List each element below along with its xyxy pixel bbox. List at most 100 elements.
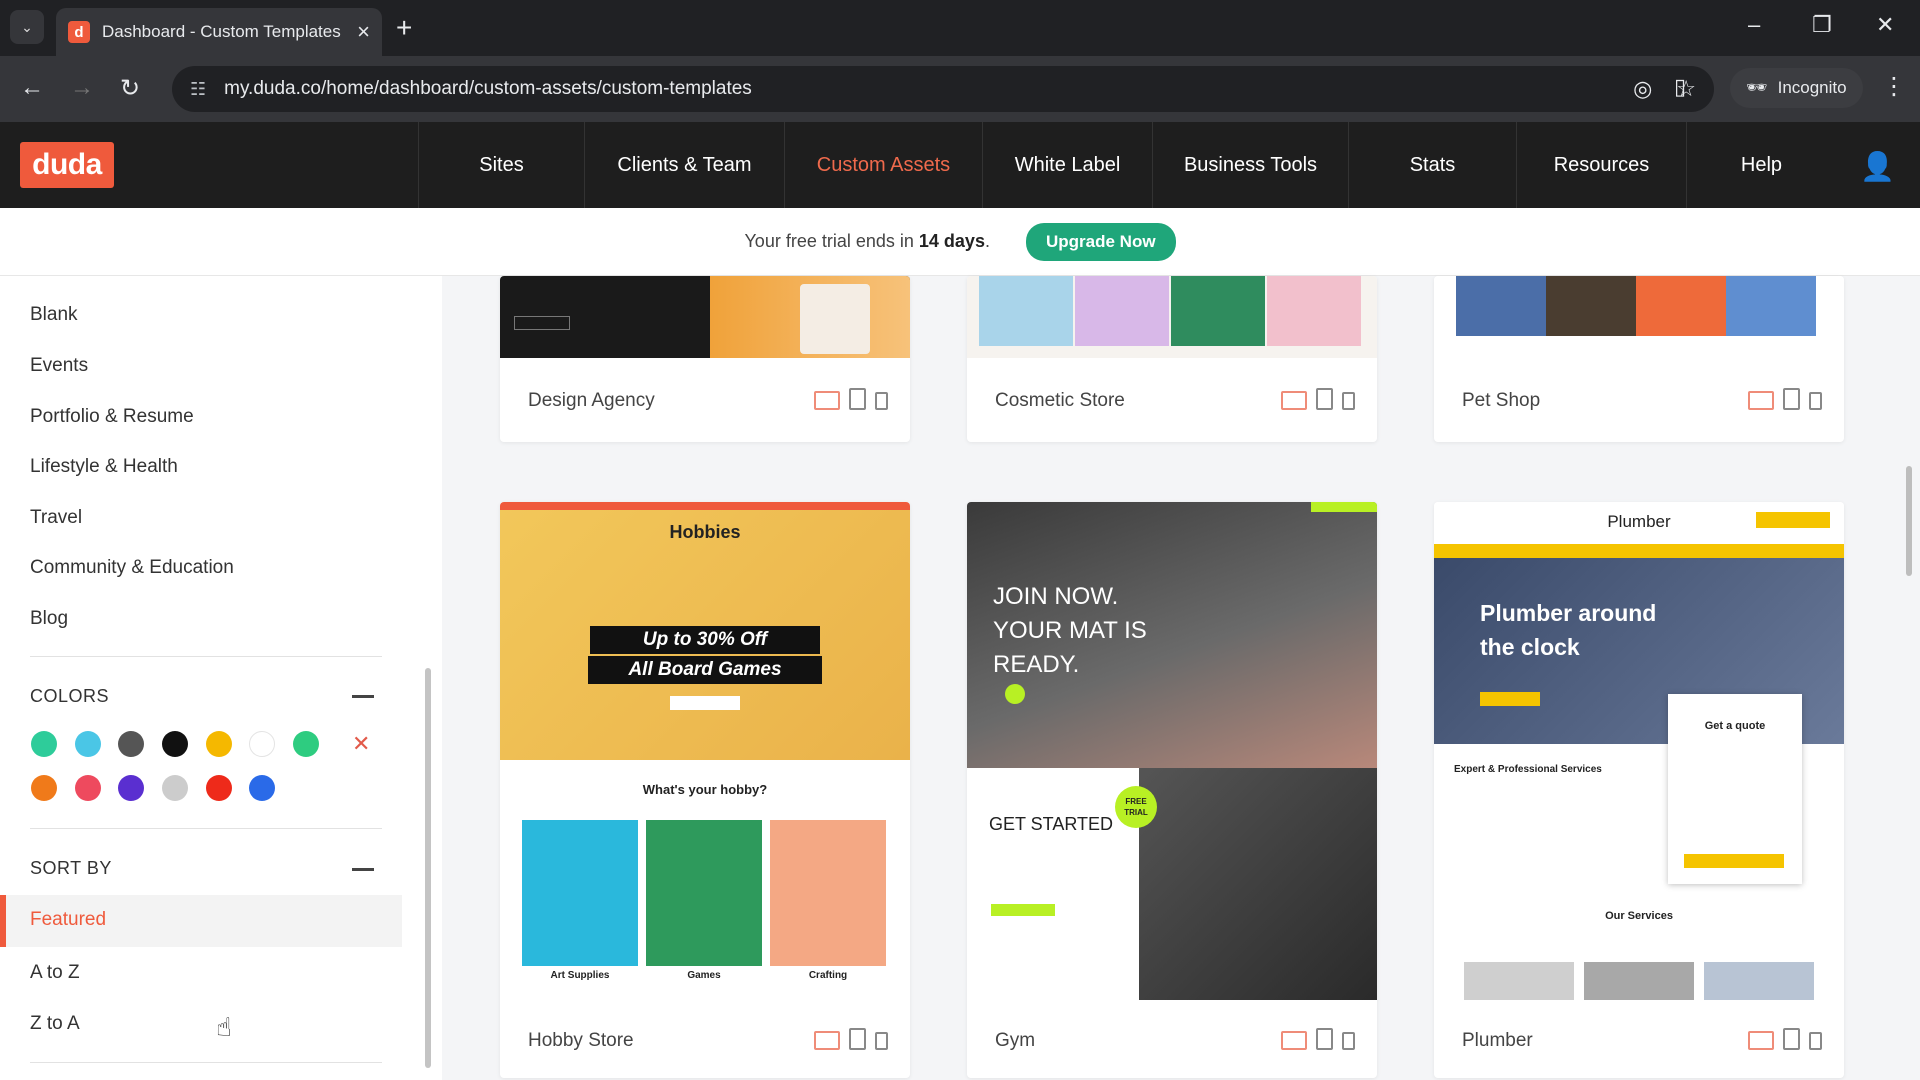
category-blank[interactable]: Blank bbox=[30, 304, 78, 326]
side-panel-icon[interactable]: ▯ bbox=[1674, 74, 1686, 100]
device-previews bbox=[1748, 1028, 1822, 1050]
restore-icon[interactable]: ❐ bbox=[1812, 12, 1832, 38]
tab-search-dropdown-icon[interactable]: ⌄ bbox=[10, 10, 44, 44]
mobile-preview-icon[interactable] bbox=[875, 1032, 888, 1050]
color-swatch-white[interactable] bbox=[249, 731, 275, 757]
color-swatch-light-gray[interactable] bbox=[162, 775, 188, 801]
template-name: Gym bbox=[995, 1030, 1036, 1051]
mobile-preview-icon[interactable] bbox=[1342, 392, 1355, 410]
color-swatch-green[interactable] bbox=[293, 731, 319, 757]
color-swatch-yellow[interactable] bbox=[206, 731, 232, 757]
duda-logo[interactable]: duda bbox=[20, 142, 114, 188]
nav-stats[interactable]: Stats bbox=[1348, 122, 1516, 208]
sidebar-scrollbar[interactable] bbox=[425, 668, 431, 1068]
reload-icon[interactable]: ↻ bbox=[120, 74, 140, 103]
template-name: Plumber bbox=[1462, 1030, 1533, 1051]
site-settings-icon[interactable]: ☷ bbox=[190, 79, 206, 100]
filter-sidebar: Blank Events Portfolio & Resume Lifestyl… bbox=[0, 276, 442, 1080]
template-card-plumber[interactable]: Plumber Plumber around the clock Get a q… bbox=[1434, 502, 1844, 1078]
template-card-gym[interactable]: JOIN NOW. YOUR MAT IS READY. GET STARTED… bbox=[967, 502, 1377, 1078]
main-nav: Sites Clients & Team Custom Assets White… bbox=[418, 122, 1836, 208]
forward-icon[interactable]: → bbox=[70, 74, 94, 102]
sort-z-to-a[interactable]: Z to A bbox=[30, 1013, 80, 1035]
template-thumbnail bbox=[500, 276, 910, 358]
nav-resources[interactable]: Resources bbox=[1516, 122, 1686, 208]
browser-tab[interactable]: d Dashboard - Custom Templates × bbox=[56, 8, 382, 56]
upgrade-now-button[interactable]: Upgrade Now bbox=[1025, 222, 1176, 261]
template-thumbnail: Hobbies Up to 30% Off All Board Games Wh… bbox=[500, 502, 910, 1000]
desktop-preview-icon[interactable] bbox=[1281, 1031, 1307, 1050]
template-thumbnail: JOIN NOW. YOUR MAT IS READY. GET STARTED… bbox=[967, 502, 1377, 1000]
collapse-sort-icon[interactable] bbox=[352, 868, 374, 871]
desktop-preview-icon[interactable] bbox=[814, 1031, 840, 1050]
template-name: Design Agency bbox=[528, 390, 655, 411]
device-previews bbox=[1281, 388, 1355, 410]
desktop-preview-icon[interactable] bbox=[1748, 1031, 1774, 1050]
incognito-icon: 🕶 bbox=[1746, 78, 1768, 97]
nav-sites[interactable]: Sites bbox=[418, 122, 584, 208]
tablet-preview-icon[interactable] bbox=[849, 388, 866, 410]
color-swatch-black[interactable] bbox=[162, 731, 188, 757]
pointer-cursor-icon: ☝ bbox=[216, 1012, 232, 1042]
desktop-preview-icon[interactable] bbox=[814, 391, 840, 410]
color-swatch-purple[interactable] bbox=[118, 775, 144, 801]
duda-favicon-icon: d bbox=[68, 21, 90, 43]
mobile-preview-icon[interactable] bbox=[1809, 1032, 1822, 1050]
sort-a-to-z[interactable]: A to Z bbox=[30, 962, 80, 984]
color-swatch-light-blue[interactable] bbox=[75, 731, 101, 757]
category-community-education[interactable]: Community & Education bbox=[30, 557, 234, 579]
color-swatch-pink-red[interactable] bbox=[75, 775, 101, 801]
color-swatch-dark-gray[interactable] bbox=[118, 731, 144, 757]
divider bbox=[30, 1062, 382, 1063]
template-card-pet-shop[interactable]: Pet Shop bbox=[1434, 276, 1844, 442]
template-card-design-agency[interactable]: Design Agency bbox=[500, 276, 910, 442]
divider bbox=[30, 656, 382, 657]
tablet-preview-icon[interactable] bbox=[849, 1028, 866, 1050]
window-close-icon[interactable]: ✕ bbox=[1876, 12, 1894, 38]
template-name: Hobby Store bbox=[528, 1030, 634, 1051]
clear-colors-icon[interactable]: ✕ bbox=[352, 731, 370, 757]
category-lifestyle-health[interactable]: Lifestyle & Health bbox=[30, 456, 178, 478]
address-bar[interactable]: ☷ my.duda.co/home/dashboard/custom-asset… bbox=[172, 66, 1714, 112]
color-swatch-orange[interactable] bbox=[31, 775, 57, 801]
template-card-cosmetic-store[interactable]: Cosmetic Store bbox=[967, 276, 1377, 442]
trial-banner: Your free trial ends in 14 days. Upgrade… bbox=[0, 208, 1920, 276]
category-travel[interactable]: Travel bbox=[30, 507, 82, 529]
main-scrollbar[interactable] bbox=[1906, 466, 1912, 576]
color-swatch-teal[interactable] bbox=[31, 731, 57, 757]
tablet-preview-icon[interactable] bbox=[1783, 1028, 1800, 1050]
color-swatch-red[interactable] bbox=[206, 775, 232, 801]
tab-title: Dashboard - Custom Templates bbox=[102, 22, 341, 41]
device-previews bbox=[1748, 388, 1822, 410]
device-previews bbox=[814, 1028, 888, 1050]
collapse-colors-icon[interactable] bbox=[352, 695, 374, 698]
tablet-preview-icon[interactable] bbox=[1316, 388, 1333, 410]
tracking-off-icon[interactable]: ◎ bbox=[1633, 76, 1652, 102]
back-icon[interactable]: ← bbox=[20, 74, 44, 102]
user-account-icon[interactable]: 👤 bbox=[1860, 150, 1895, 183]
mobile-preview-icon[interactable] bbox=[1342, 1032, 1355, 1050]
close-tab-icon[interactable]: × bbox=[357, 19, 370, 45]
desktop-preview-icon[interactable] bbox=[1748, 391, 1774, 410]
template-card-hobby-store[interactable]: Hobbies Up to 30% Off All Board Games Wh… bbox=[500, 502, 910, 1078]
nav-help[interactable]: Help bbox=[1686, 122, 1836, 208]
category-blog[interactable]: Blog bbox=[30, 608, 68, 630]
sort-featured[interactable]: Featured bbox=[0, 895, 402, 947]
category-portfolio-resume[interactable]: Portfolio & Resume bbox=[30, 406, 194, 428]
tablet-preview-icon[interactable] bbox=[1316, 1028, 1333, 1050]
mobile-preview-icon[interactable] bbox=[1809, 392, 1822, 410]
new-tab-icon[interactable]: + bbox=[396, 12, 412, 44]
tablet-preview-icon[interactable] bbox=[1783, 388, 1800, 410]
nav-clients-team[interactable]: Clients & Team bbox=[584, 122, 784, 208]
desktop-preview-icon[interactable] bbox=[1281, 391, 1307, 410]
browser-menu-icon[interactable]: ⋮ bbox=[1882, 72, 1906, 101]
nav-white-label[interactable]: White Label bbox=[982, 122, 1152, 208]
url-text: my.duda.co/home/dashboard/custom-assets/… bbox=[224, 78, 752, 99]
category-events[interactable]: Events bbox=[30, 355, 88, 377]
nav-business-tools[interactable]: Business Tools bbox=[1152, 122, 1348, 208]
mobile-preview-icon[interactable] bbox=[875, 392, 888, 410]
color-swatch-blue[interactable] bbox=[249, 775, 275, 801]
nav-custom-assets[interactable]: Custom Assets bbox=[784, 122, 982, 208]
minimize-icon[interactable]: – bbox=[1748, 12, 1760, 38]
incognito-indicator[interactable]: 🕶 Incognito bbox=[1730, 68, 1863, 108]
